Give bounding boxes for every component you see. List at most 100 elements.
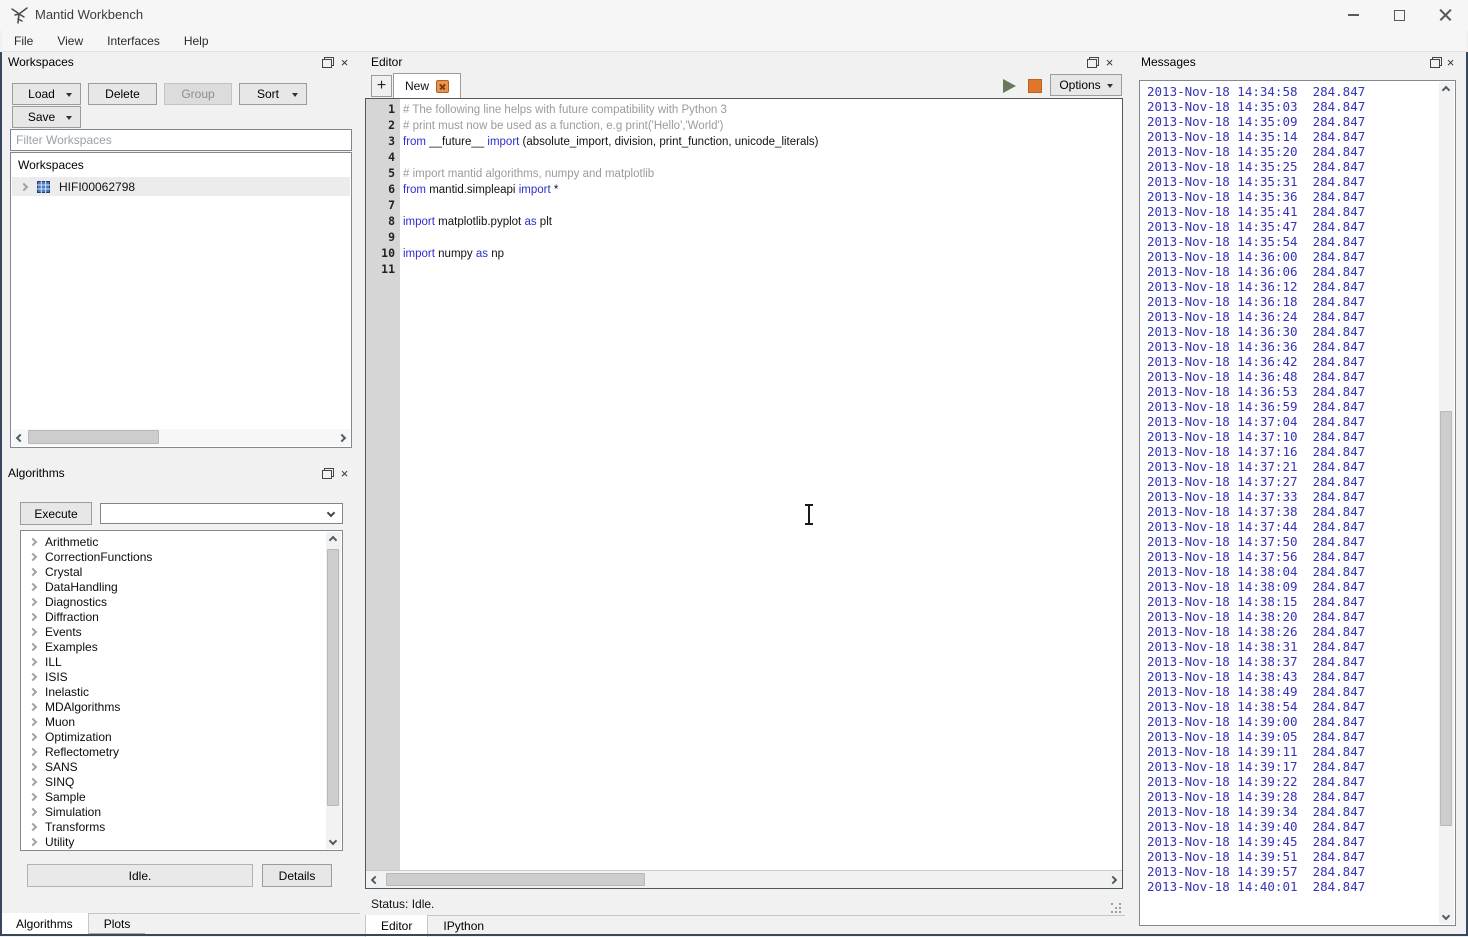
abort-script-button[interactable] [1024, 77, 1046, 95]
window-close-button[interactable] [1422, 0, 1468, 30]
algorithm-category-mdalgorithms[interactable]: MDAlgorithms [22, 699, 326, 714]
close-icon [1439, 9, 1452, 22]
save-button[interactable]: Save [12, 106, 81, 128]
chevron-right-icon [29, 657, 37, 665]
scroll-right-icon[interactable] [338, 434, 346, 442]
filter-workspaces-input[interactable] [10, 129, 352, 151]
workspace-item-hifi00062798[interactable]: HIFI00062798 [12, 177, 350, 196]
algorithm-category-reflectometry[interactable]: Reflectometry [22, 744, 326, 759]
log-entry: 2013-Nov-18 14:36:30 284.847 [1140, 324, 1439, 339]
chevron-right-icon [29, 717, 37, 725]
algorithm-category-optimization[interactable]: Optimization [22, 729, 326, 744]
code-editor[interactable]: 1234567891011 # The following line helps… [365, 98, 1123, 889]
new-tab-button[interactable]: + [371, 75, 392, 97]
messages-vertical-scrollbar[interactable] [1439, 82, 1454, 924]
scrollbar-thumb[interactable] [28, 430, 159, 444]
menu-item-help[interactable]: Help [172, 30, 221, 52]
float-panel-icon[interactable] [322, 57, 334, 68]
scroll-left-icon[interactable] [16, 434, 24, 442]
algorithm-category-diagnostics[interactable]: Diagnostics [22, 594, 326, 609]
algorithm-category-datahandling[interactable]: DataHandling [22, 579, 326, 594]
algorithm-category-list[interactable]: ArithmeticCorrectionFunctionsCrystalData… [20, 530, 343, 851]
close-tab-icon[interactable] [436, 80, 449, 93]
category-label: Diagnostics [45, 595, 107, 609]
options-button[interactable]: Options [1050, 74, 1122, 96]
log-entry: 2013-Nov-18 14:36:06 284.847 [1140, 264, 1439, 279]
scrollbar-thumb[interactable] [327, 549, 339, 806]
tab-algorithms[interactable]: Algorithms [0, 913, 89, 935]
algorithm-category-examples[interactable]: Examples [22, 639, 326, 654]
tab-label: New [405, 79, 429, 93]
load-button[interactable]: Load [12, 83, 81, 105]
workspaces-tree[interactable]: Workspaces HIFI00062798 [10, 152, 352, 448]
algorithm-category-crystal[interactable]: Crystal [22, 564, 326, 579]
details-button[interactable]: Details [262, 864, 332, 887]
algorithm-search-combobox[interactable] [100, 503, 343, 524]
algorithm-category-inelastic[interactable]: Inelastic [22, 684, 326, 699]
line-number: 11 [366, 261, 400, 277]
algorithm-category-events[interactable]: Events [22, 624, 326, 639]
category-label: SANS [45, 760, 78, 774]
menu-item-interfaces[interactable]: Interfaces [95, 30, 172, 52]
algorithm-category-ill[interactable]: ILL [22, 654, 326, 669]
menubar: FileViewInterfacesHelp [2, 30, 1466, 52]
stop-icon [1028, 79, 1042, 93]
maximize-button[interactable] [1376, 0, 1422, 30]
run-script-button[interactable] [998, 77, 1020, 95]
chevron-right-icon [29, 777, 37, 785]
close-panel-icon[interactable]: × [337, 55, 352, 70]
log-entry: 2013-Nov-18 14:37:27 284.847 [1140, 474, 1439, 489]
chevron-right-icon[interactable] [20, 182, 28, 190]
editor-horizontal-scrollbar[interactable] [366, 870, 1122, 888]
algorithm-category-simulation[interactable]: Simulation [22, 804, 326, 819]
tab-ipython[interactable]: IPython [428, 916, 499, 936]
algorithm-category-utility[interactable]: Utility [22, 834, 326, 849]
algorithm-category-sinq[interactable]: SINQ [22, 774, 326, 789]
algorithm-category-isis[interactable]: ISIS [22, 669, 326, 684]
menu-item-view[interactable]: View [45, 30, 95, 52]
log-entry: 2013-Nov-18 14:35:54 284.847 [1140, 234, 1439, 249]
menu-item-file[interactable]: File [2, 30, 45, 52]
chevron-right-icon [29, 567, 37, 575]
chevron-right-icon [29, 837, 37, 845]
scroll-down-icon[interactable] [329, 837, 337, 845]
workspaces-horizontal-scrollbar[interactable] [12, 429, 350, 446]
close-panel-icon[interactable]: × [1443, 55, 1458, 70]
float-panel-icon[interactable] [1087, 57, 1099, 68]
scrollbar-thumb[interactable] [1440, 411, 1452, 826]
group-button[interactable]: Group [164, 83, 232, 105]
scrollbar-thumb[interactable] [386, 873, 645, 886]
line-number-gutter: 1234567891011 [366, 99, 400, 870]
scroll-right-icon[interactable] [1109, 876, 1117, 884]
algorithm-category-transforms[interactable]: Transforms [22, 819, 326, 834]
float-panel-icon[interactable] [322, 468, 334, 479]
tab-new-script[interactable]: New [393, 73, 461, 98]
scroll-down-icon[interactable] [1442, 912, 1450, 920]
scroll-up-icon[interactable] [1442, 86, 1450, 94]
close-panel-icon[interactable]: × [337, 466, 352, 481]
resize-grip-icon[interactable] [1111, 903, 1113, 905]
code-area[interactable]: # The following line helps with future c… [400, 101, 1122, 870]
algorithm-category-diffraction[interactable]: Diffraction [22, 609, 326, 624]
algorithms-vertical-scrollbar[interactable] [326, 532, 341, 849]
execute-button[interactable]: Execute [20, 502, 92, 525]
algorithm-category-sample[interactable]: Sample [22, 789, 326, 804]
algorithm-category-muon[interactable]: Muon [22, 714, 326, 729]
algorithm-category-correctionfunctions[interactable]: CorrectionFunctions [22, 549, 326, 564]
scroll-left-icon[interactable] [371, 876, 379, 884]
scroll-up-icon[interactable] [329, 536, 337, 544]
algorithm-category-sans[interactable]: SANS [22, 759, 326, 774]
close-panel-icon[interactable]: × [1102, 55, 1117, 70]
float-panel-icon[interactable] [1430, 57, 1442, 68]
delete-button[interactable]: Delete [88, 83, 157, 105]
chevron-right-icon [29, 822, 37, 830]
minimize-button[interactable] [1330, 0, 1376, 30]
chevron-down-icon [66, 116, 72, 120]
sort-button[interactable]: Sort [239, 83, 307, 105]
log-entry: 2013-Nov-18 14:34:58 284.847 [1140, 84, 1439, 99]
tab-plots[interactable]: Plots [89, 914, 146, 934]
algorithm-progress-bar: Idle. [27, 864, 253, 887]
mantid-logo-icon [10, 6, 29, 25]
algorithm-category-arithmetic[interactable]: Arithmetic [22, 534, 326, 549]
code-line: from mantid.simpleapi import * [403, 181, 1122, 197]
